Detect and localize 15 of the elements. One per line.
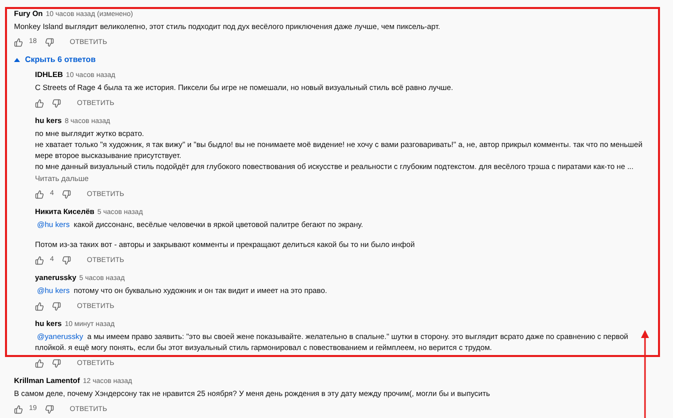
like-icon[interactable]: [35, 302, 44, 311]
dislike-icon[interactable]: [44, 38, 54, 47]
like-icon[interactable]: [35, 190, 44, 199]
like-icon[interactable]: [14, 405, 23, 414]
dislike-icon[interactable]: [62, 190, 71, 199]
dislike-icon[interactable]: [62, 256, 71, 265]
like-icon[interactable]: [14, 38, 23, 47]
dislike-icon[interactable]: [52, 359, 61, 368]
like-icon[interactable]: [35, 99, 44, 108]
replies-toggle[interactable]: Скрыть 6 ответов: [14, 54, 96, 66]
like-icon[interactable]: [35, 256, 44, 265]
like-icon[interactable]: [35, 359, 44, 368]
dislike-icon[interactable]: [52, 302, 61, 311]
dislike-icon[interactable]: [52, 99, 61, 108]
dislike-icon[interactable]: [44, 405, 54, 414]
